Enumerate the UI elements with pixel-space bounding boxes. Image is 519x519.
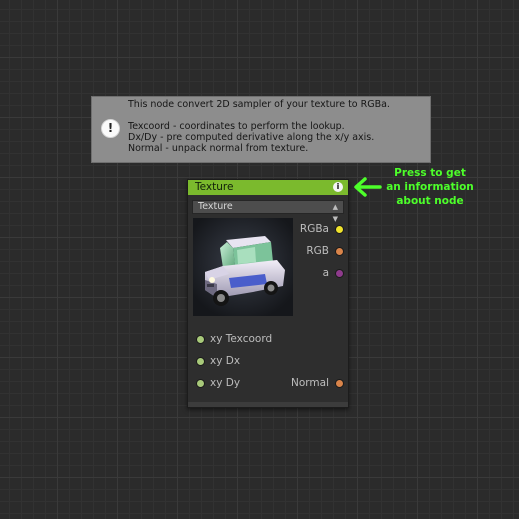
input-port-dx[interactable]	[196, 357, 205, 366]
info-line: This node convert 2D sampler of your tex…	[128, 99, 390, 110]
input-label-texcoord: xy Texcoord	[210, 333, 273, 345]
texture-select[interactable]: Texture ▲ ▼	[192, 200, 344, 223]
output-label-normal: Normal	[291, 377, 329, 389]
texture-preview	[193, 218, 293, 316]
output-port-rgba[interactable]	[335, 225, 344, 234]
output-label-a: a	[322, 267, 329, 279]
node-title: Texture	[195, 181, 234, 193]
hint-annotation: Press to get an information about node	[380, 166, 480, 208]
output-port-rgb[interactable]	[335, 247, 344, 256]
texture-node[interactable]: Texture i Texture ▲ ▼ RGBa RGB a xy Texc…	[187, 179, 349, 408]
left-arrow-icon	[354, 177, 382, 197]
info-line	[128, 110, 390, 121]
texture-select-value: Texture	[198, 201, 233, 212]
output-port-normal[interactable]	[335, 379, 344, 388]
input-port-dy[interactable]	[196, 379, 205, 388]
info-text: This node convert 2D sampler of your tex…	[128, 99, 390, 154]
hint-line: about node	[396, 195, 464, 207]
input-port-texcoord[interactable]	[196, 335, 205, 344]
node-header[interactable]: Texture i	[188, 180, 348, 195]
info-line: Texcoord - coordinates to perform the lo…	[128, 121, 345, 132]
info-button[interactable]: i	[333, 182, 343, 192]
info-line: Normal - unpack normal from texture.	[128, 143, 309, 154]
output-label-rgb: RGB	[306, 245, 329, 257]
hint-line: Press to get	[394, 167, 466, 179]
hint-line: an information	[386, 181, 474, 193]
car-preview-image	[193, 218, 293, 316]
output-port-a[interactable]	[335, 269, 344, 278]
node-footer	[188, 402, 348, 407]
dropdown-arrow-icon: ▲ ▼	[332, 203, 338, 223]
input-label-dx: xy Dx	[210, 355, 241, 367]
exclamation-icon: !	[101, 119, 120, 138]
node-info-tooltip: ! This node convert 2D sampler of your t…	[91, 96, 431, 163]
input-label-dy: xy Dy	[210, 377, 241, 389]
info-line: Dx/Dy - pre computed derivative along th…	[128, 132, 375, 143]
output-label-rgba: RGBa	[299, 223, 329, 235]
